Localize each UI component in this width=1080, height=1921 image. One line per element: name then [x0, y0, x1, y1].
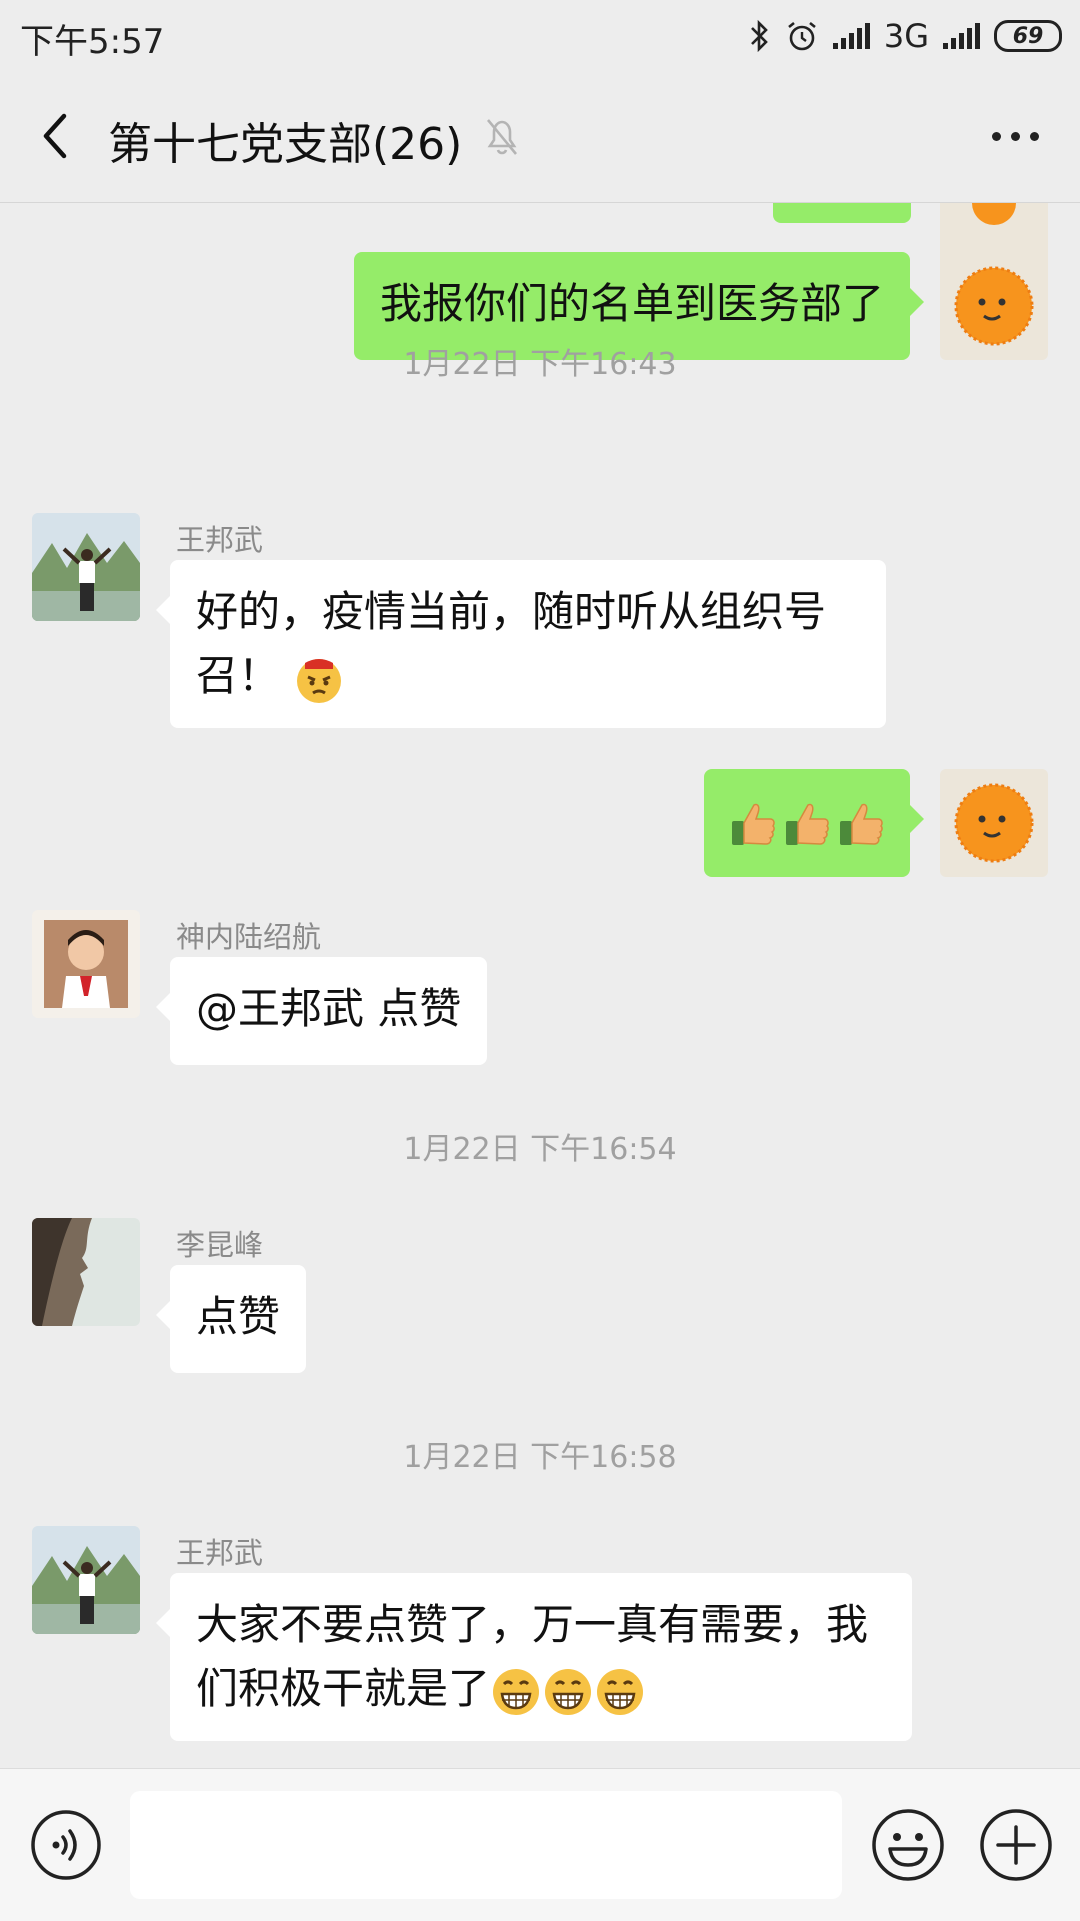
thumbs-up-emoji	[732, 803, 775, 845]
status-icons: 3G 69	[749, 14, 1062, 58]
signal-icon	[832, 23, 870, 49]
message-text: 好的，疫情当前，随时听从组织号召！	[196, 587, 827, 700]
grinning-face-emoji	[545, 1668, 592, 1715]
angry-face-emoji	[297, 658, 342, 703]
emoji-icon[interactable]	[870, 1807, 946, 1883]
mute-bell-icon	[486, 119, 518, 155]
message-text: @王邦武 点赞	[196, 984, 462, 1033]
input-bar	[0, 1768, 1080, 1921]
message-bubble-outgoing[interactable]	[704, 769, 924, 877]
message-text: 我报你们的名单到医务部了	[379, 279, 884, 328]
message-input[interactable]	[130, 1791, 842, 1899]
thumbs-up-emoji	[840, 803, 883, 845]
message-bubble-incoming[interactable]: 点赞	[155, 1265, 307, 1373]
thumbs-up-emoji	[786, 803, 829, 845]
sender-name: 神内陆绍航	[176, 920, 322, 954]
back-icon[interactable]	[28, 106, 88, 166]
timestamp: 1月22日 下午16:43	[403, 347, 677, 382]
sender-name: 王邦武	[176, 1536, 264, 1570]
battery-level: 69	[1012, 23, 1044, 49]
message-text: 点赞	[196, 1292, 281, 1341]
status-time: 下午5:57	[20, 22, 165, 62]
sender-name: 李昆峰	[176, 1228, 264, 1262]
sender-avatar[interactable]	[32, 1218, 140, 1326]
more-icon[interactable]	[980, 116, 1050, 156]
grinning-face-emoji	[597, 1668, 644, 1715]
timestamp: 1月22日 下午16:54	[403, 1132, 677, 1167]
my-avatar[interactable]	[940, 769, 1048, 877]
voice-icon[interactable]	[30, 1809, 102, 1881]
timestamp: 1月22日 下午16:58	[403, 1440, 677, 1475]
battery-icon: 69	[994, 20, 1062, 52]
network-type: 3G	[883, 17, 929, 55]
sender-avatar[interactable]	[32, 910, 140, 1018]
chat-title: 第十七党支部(26)	[108, 119, 463, 170]
chat-area[interactable]: 我报你们的名单到医务部了 1月22日 下午16:43 王邦武 好的，疫情当前，随…	[0, 203, 1080, 1768]
signal-icon	[943, 23, 980, 49]
alarm-icon	[788, 21, 816, 51]
plus-icon[interactable]	[978, 1807, 1054, 1883]
sender-avatar[interactable]	[32, 513, 140, 621]
chat-header: 第十七党支部(26)	[0, 76, 1080, 203]
bluetooth-icon	[750, 19, 768, 53]
sender-name: 王邦武	[176, 523, 264, 557]
grinning-face-emoji	[493, 1668, 540, 1715]
message-bubble-incoming[interactable]: @王邦武 点赞	[155, 957, 488, 1065]
status-bar: 下午5:57 3G 69	[0, 0, 1080, 76]
message-bubble-incoming[interactable]: 大家不要点赞了，万一真有需要，我们积极干就是了	[156, 1573, 912, 1741]
message-bubble-incoming[interactable]: 好的，疫情当前，随时听从组织号召！	[156, 560, 886, 728]
sender-avatar[interactable]	[32, 1526, 140, 1634]
message-bubble-outgoing-partial	[773, 203, 911, 223]
